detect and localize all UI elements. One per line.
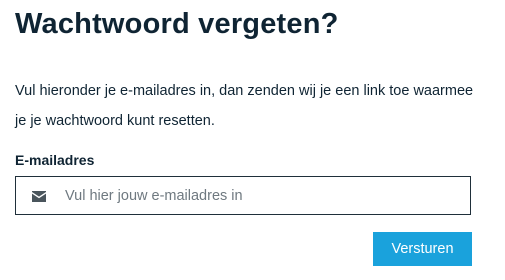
intro-text: Vul hieronder je e-mailadres in, dan zen… — [15, 83, 474, 129]
submit-button[interactable]: Versturen — [373, 232, 472, 266]
page-title: Wachtwoord vergeten? — [15, 8, 339, 40]
email-input[interactable] — [65, 177, 460, 214]
email-field[interactable] — [15, 176, 471, 215]
envelope-icon — [32, 191, 46, 202]
email-label: E-mailadres — [15, 152, 95, 168]
